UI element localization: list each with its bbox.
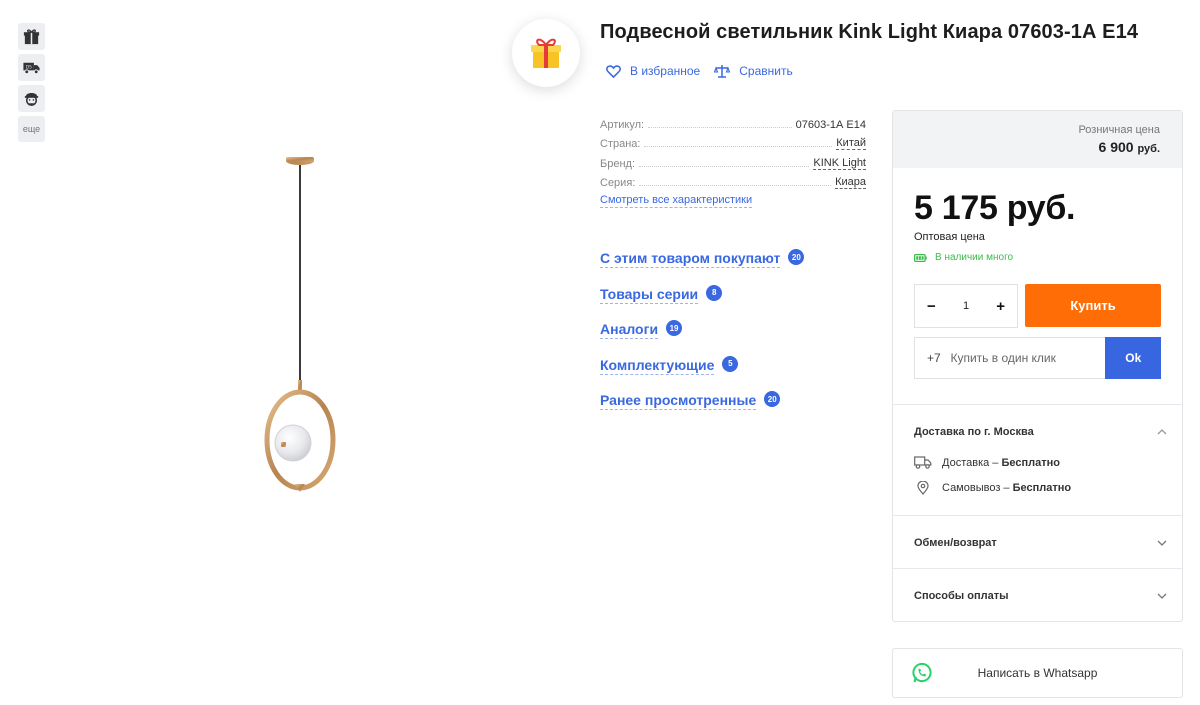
pickup-option-label: Самовывоз – <box>942 482 1010 494</box>
quantity-decrease-button[interactable]: − <box>927 298 936 315</box>
one-click-form: +7 Ok <box>914 337 1161 379</box>
spec-key: Бренд: <box>600 157 636 170</box>
spec-value-link[interactable]: KINK Light <box>813 157 866 170</box>
related-link-series[interactable]: Товары серии 8 <box>600 284 804 322</box>
more-badges-button[interactable]: еще <box>18 116 45 142</box>
scales-icon <box>714 65 731 78</box>
spec-row-series: Серия: Киара <box>600 170 866 189</box>
location-pin-icon <box>917 481 929 495</box>
quantity-value[interactable]: 1 <box>963 300 969 312</box>
product-title: Подвесной светильник Kink Light Киара 07… <box>600 21 1139 43</box>
quantity-increase-button[interactable]: + <box>996 298 1005 315</box>
wholesale-price-value: 5 175 руб. <box>914 189 1076 227</box>
delivery-option-label: Доставка – <box>942 456 999 469</box>
one-click-phone-input[interactable] <box>948 351 1106 365</box>
related-link-analogs[interactable]: Аналоги 19 <box>600 320 804 357</box>
related-link-bought-together[interactable]: С этим товаром покупают 20 <box>600 249 805 286</box>
spec-row-article: Артикул: 07603-1А Е14 <box>600 111 866 131</box>
compare-label: Сравнить <box>739 64 793 78</box>
related-link-accessories[interactable]: Комплектующие 5 <box>600 355 804 393</box>
one-click-submit-button[interactable]: Ok <box>1105 337 1161 379</box>
related-products-list: С этим товаром покупают 20 Товары серии … <box>600 249 805 428</box>
quantity-stepper: − 1 + <box>914 284 1018 328</box>
spec-dots <box>639 165 810 167</box>
related-label: Товары серии <box>600 285 699 304</box>
chevron-up-icon[interactable] <box>1156 428 1168 436</box>
retail-price-currency: руб. <box>1137 143 1160 155</box>
spec-key: Серия: <box>600 177 636 189</box>
stock-label: В наличии много <box>935 252 1014 263</box>
divider <box>893 515 1182 516</box>
delivery-option-value: Бесплатно <box>1001 456 1060 469</box>
related-label: Комплектующие <box>600 356 715 375</box>
spec-value-link[interactable]: Китай <box>836 137 866 150</box>
delivery-badge[interactable]: D5 <box>18 54 45 81</box>
related-label: Ранее просмотренные <box>600 392 757 411</box>
payment-accordion-title[interactable]: Способы оплаты <box>914 590 1009 602</box>
whatsapp-label: Написать в Whatsapp <box>977 666 1098 680</box>
delivery-option-courier: Доставка – Бесплатно <box>914 456 1060 469</box>
whatsapp-button[interactable]: Написать в Whatsapp <box>892 648 1183 698</box>
chevron-down-icon[interactable] <box>1156 539 1168 547</box>
gift-badge[interactable] <box>18 23 45 50</box>
wholesale-price-label: Оптовая цена <box>914 231 985 243</box>
related-label: С этим товаром покупают <box>600 250 781 268</box>
favorites-label: В избранное <box>630 64 701 78</box>
product-specs: Артикул: 07603-1А Е14 Страна: Китай Брен… <box>600 111 866 189</box>
worker-icon <box>24 93 39 106</box>
spec-dots <box>644 146 833 147</box>
product-image[interactable] <box>85 140 515 500</box>
all-characteristics-link[interactable]: Смотреть все характеристики <box>600 194 753 208</box>
spec-value-link[interactable]: Киара <box>835 176 866 189</box>
spec-value: 07603-1А Е14 <box>795 118 866 131</box>
spec-key: Страна: <box>600 138 641 150</box>
spec-dots <box>639 185 832 186</box>
delivery-option-pickup: Самовывоз – Бесплатно <box>914 481 1071 495</box>
delivery-accordion-title[interactable]: Доставка по г. Москва <box>914 426 1034 438</box>
price-card: Розничная цена 6 900 руб. 5 175 руб. Опт… <box>892 110 1183 622</box>
chevron-down-icon[interactable] <box>1156 592 1168 600</box>
spec-row-brand: Бренд: KINK Light <box>600 150 866 170</box>
pendant-lamp-image <box>264 157 336 492</box>
pickup-option-value: Бесплатно <box>1012 482 1072 494</box>
retail-price-block: Розничная цена 6 900 руб. <box>893 111 1182 168</box>
buy-button[interactable]: Купить <box>1025 284 1161 327</box>
gift-box-icon <box>531 38 561 68</box>
assembly-badge[interactable] <box>18 85 45 112</box>
gift-promo-button[interactable] <box>512 19 580 87</box>
battery-icon <box>914 253 927 262</box>
compare-link[interactable]: Сравнить <box>714 64 793 78</box>
related-count-badge: 19 <box>666 320 683 337</box>
retail-price-label: Розничная цена <box>1078 124 1160 136</box>
svg-text:D5: D5 <box>26 64 32 70</box>
related-count-badge: 20 <box>764 391 781 408</box>
delivery-truck-icon <box>914 456 932 469</box>
product-actions: В избранное Сравнить <box>606 64 793 78</box>
related-label: Аналоги <box>600 321 659 340</box>
spec-key: Артикул: <box>600 118 645 131</box>
pickup-option-text: Самовывоз – Бесплатно <box>942 482 1071 494</box>
spec-row-country: Страна: Китай <box>600 131 866 150</box>
related-count-badge: 5 <box>722 355 739 372</box>
heart-icon <box>606 64 621 78</box>
delivery-option-text: Доставка – Бесплатно <box>942 457 1060 469</box>
divider <box>893 568 1182 569</box>
related-count-badge: 20 <box>788 249 805 265</box>
phone-prefix: +7 <box>927 351 941 365</box>
exchange-accordion-title[interactable]: Обмен/возврат <box>914 537 997 549</box>
stock-status: В наличии много <box>914 252 1013 263</box>
retail-price-amount: 6 900 <box>1098 139 1134 155</box>
divider <box>893 404 1182 405</box>
retail-price-value: 6 900 руб. <box>893 139 1160 155</box>
spec-dots <box>648 126 792 128</box>
related-link-recently-viewed[interactable]: Ранее просмотренные 20 <box>600 391 804 428</box>
add-to-favorites-link[interactable]: В избранное <box>606 64 700 78</box>
badge-column: D5 еще <box>18 23 45 146</box>
related-count-badge: 8 <box>706 284 723 301</box>
gift-icon <box>23 29 40 45</box>
delivery-truck-icon: D5 <box>23 62 40 75</box>
